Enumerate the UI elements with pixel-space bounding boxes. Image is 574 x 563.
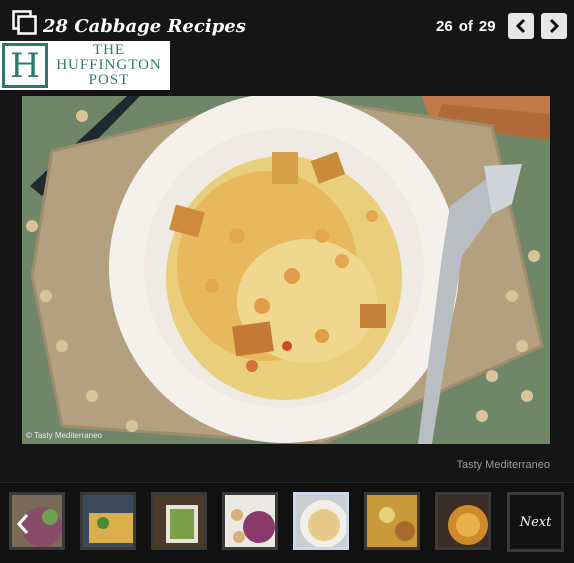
current-slide: 26 [436,18,453,35]
chevron-left-icon[interactable] [12,495,34,547]
next-button[interactable] [541,13,567,39]
huffington-post-logo[interactable]: H THE HUFFINGTON POST [0,41,170,90]
logo-wordmark: THE HUFFINGTON POST [56,42,162,88]
thumbnail[interactable] [9,492,65,550]
next-thumbnails-button[interactable]: Next [507,492,564,552]
thumbnail-strip: Next [0,482,574,563]
of-label: of [458,18,473,35]
thumbnail[interactable] [151,492,207,550]
cabbage-dish-image [22,96,550,444]
thumbnail[interactable] [80,492,136,550]
previous-button[interactable] [508,13,534,39]
chevron-right-icon [549,18,560,34]
photo-watermark: © Tasty Mediterraneo [26,431,103,440]
thumbnail[interactable] [364,492,420,550]
photo-credit: Tasty Mediterraneo [456,459,550,471]
gallery-title: 28 Cabbage Recipes [43,16,246,37]
logo-mark: H [2,43,48,88]
thumbnail[interactable] [222,492,278,550]
gallery-stack-icon [12,10,38,36]
slide-counter: 26 of 29 [436,18,496,35]
chevron-left-icon [515,18,526,34]
main-photo: © Tasty Mediterraneo [22,96,550,444]
thumbnail-active[interactable] [293,492,349,550]
thumbnail[interactable] [435,492,491,550]
total-slides: 29 [478,18,496,35]
